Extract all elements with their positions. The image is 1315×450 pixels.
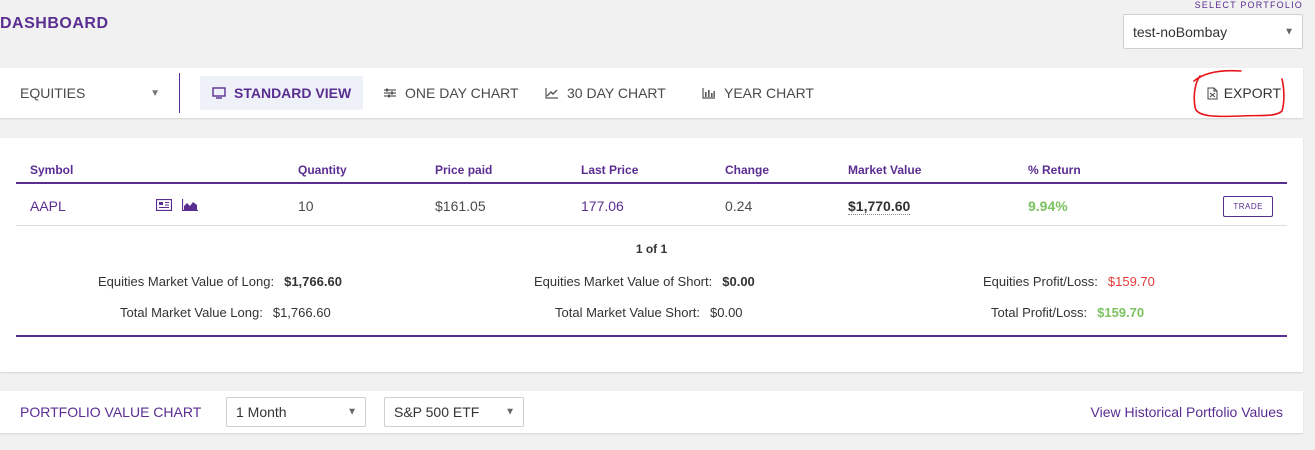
col-return[interactable]: % Return [1028,163,1081,177]
equities-mv-long: Equities Market Value of Long: $1,766.60 [98,274,342,289]
standard-view-label: STANDARD VIEW [234,85,352,101]
export-label: EXPORT [1223,85,1281,101]
range-select[interactable]: 1 Month ▼ [226,397,366,427]
equities-mv-long-label: Equities Market Value of Long: [98,274,275,289]
change-value: 0.24 [725,198,753,214]
pagination: 1 of 1 [635,242,668,256]
area-chart-icon[interactable] [182,199,198,211]
col-market-value[interactable]: Market Value [848,163,921,177]
toolbar-divider [179,73,180,113]
portfolio-select-value: test-noBombay [1133,23,1228,40]
total-mv-long: Total Market Value Long: $1,766.60 [120,305,331,320]
col-symbol[interactable]: Symbol [30,163,73,177]
total-mv-long-value: $1,766.60 [272,305,331,320]
portfolio-select[interactable]: test-noBombay ▼ [1123,14,1303,49]
year-chart-label: YEAR CHART [724,85,814,101]
holdings-card: Symbol Quantity Price paid Last Price Ch… [0,138,1303,372]
market-value: $1,770.60 [848,198,911,215]
total-mv-short-label: Total Market Value Short: [555,305,700,320]
standard-view-button[interactable]: STANDARD VIEW [200,76,364,110]
page-title: DASHBOARD [0,15,109,32]
news-icon[interactable] [156,199,172,211]
bar-chart-icon [702,88,715,99]
select-portfolio-label: SELECT PORTFOLIO [1194,0,1303,10]
range-select-value: 1 Month [236,404,287,420]
price-paid-value: $161.05 [435,198,486,214]
total-profit-loss: Total Profit/Loss: $159.70 [991,305,1144,320]
symbol-link[interactable]: AAPL [30,198,66,214]
export-button[interactable]: EXPORT [1207,76,1281,110]
thirty-day-chart-label: 30 DAY CHART [567,85,666,101]
asset-type-value: EQUITIES [20,85,86,101]
total-mv-short-value: $0.00 [710,305,743,320]
portfolio-chart-bar: PORTFOLIO VALUE CHART 1 Month ▼ S&P 500 … [0,391,1303,433]
one-day-chart-button[interactable]: ONE DAY CHART [371,76,531,110]
portfolio-chart-title: PORTFOLIO VALUE CHART [20,404,202,420]
equities-mv-short-value: $0.00 [722,274,755,289]
historical-values-link[interactable]: View Historical Portfolio Values [1091,404,1283,420]
caret-down-icon: ▼ [347,406,357,418]
monitor-icon [212,87,226,99]
table-header: Symbol Quantity Price paid Last Price Ch… [16,160,1287,184]
view-toolbar: EQUITIES ▼ STANDARD VIEW ONE DAY CHART 3… [0,68,1303,118]
asset-type-dropdown[interactable]: EQUITIES ▼ [20,68,160,118]
thirty-day-chart-button[interactable]: 30 DAY CHART [533,76,678,110]
col-price-paid[interactable]: Price paid [435,163,492,177]
equities-mv-short: Equities Market Value of Short: $0.00 [534,274,755,289]
line-chart-icon [545,88,558,99]
col-change[interactable]: Change [725,163,769,177]
quantity-value: 10 [298,198,314,214]
table-row: AAPL 10 $161.05 177.06 0.24 $1,770.60 9.… [16,186,1287,226]
file-export-icon [1207,87,1218,99]
equities-profit-loss-label: Equities Profit/Loss: [983,274,1098,289]
col-quantity[interactable]: Quantity [298,163,347,177]
trade-button[interactable]: TRADE [1223,196,1273,217]
last-price-value: 177.06 [581,198,624,214]
col-last-price[interactable]: Last Price [581,163,638,177]
caret-down-icon: ▼ [1284,26,1294,37]
return-value: 9.94% [1028,198,1068,214]
total-mv-short: Total Market Value Short: $0.00 [555,305,743,320]
total-profit-loss-value: $159.70 [1097,305,1145,320]
caret-down-icon: ▼ [150,87,160,99]
one-day-chart-label: ONE DAY CHART [405,85,519,101]
sliders-icon [384,88,396,98]
benchmark-select-value: S&P 500 ETF [394,404,480,420]
year-chart-button[interactable]: YEAR CHART [690,76,826,110]
equities-profit-loss-value: $159.70 [1107,274,1155,289]
equities-profit-loss: Equities Profit/Loss: $159.70 [983,274,1155,289]
card-divider [16,335,1287,337]
total-mv-long-label: Total Market Value Long: [120,305,263,320]
total-profit-loss-label: Total Profit/Loss: [991,305,1088,320]
benchmark-select[interactable]: S&P 500 ETF ▼ [384,397,524,427]
equities-mv-short-label: Equities Market Value of Short: [534,274,713,289]
caret-down-icon: ▼ [505,406,515,418]
equities-mv-long-value: $1,766.60 [284,274,342,289]
